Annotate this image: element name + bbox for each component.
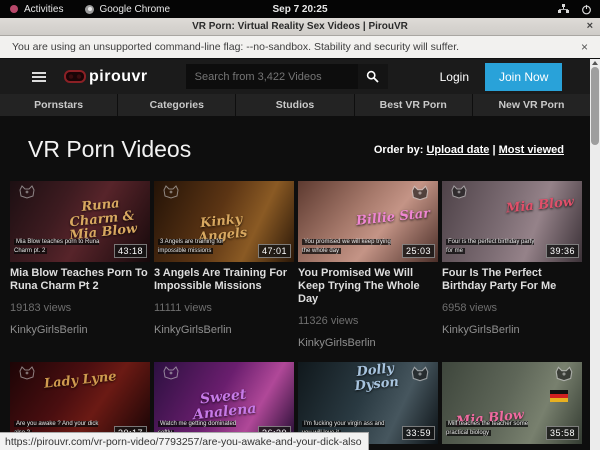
video-thumbnail[interactable]: Kinky Angels 3 Angels are training for i…	[154, 181, 294, 262]
site-header: pirouvr Login Join Now	[0, 59, 590, 94]
video-card[interactable]: Mia Blow Four is the perfect birthday pa…	[442, 181, 582, 349]
order-separator: |	[492, 144, 495, 156]
warning-close-button[interactable]: ×	[581, 40, 588, 54]
clock[interactable]: Sep 7 20:25	[0, 4, 600, 15]
window-title: VR Porn: Virtual Reality Sex Videos | Pi…	[192, 21, 408, 32]
window-close-button[interactable]: ×	[587, 20, 593, 32]
video-views: 6958 views	[442, 302, 582, 314]
status-url-tooltip: https://pirouvr.com/vr-porn-video/779325…	[0, 432, 369, 450]
video-duration-badge: 35:58	[546, 426, 579, 440]
video-duration-badge: 47:01	[258, 244, 291, 258]
video-thumbnail[interactable]: Mia Blow Four is the perfect birthday pa…	[442, 181, 582, 262]
video-grid: Runa Charm & Mia Blow Mia Blow teaches p…	[10, 181, 586, 450]
video-card[interactable]: Billie Star You promised we will keep tr…	[298, 181, 438, 349]
video-views: 11111 views	[154, 302, 294, 314]
warning-bar: You are using an unsupported command-lin…	[0, 36, 600, 59]
search-button[interactable]	[358, 64, 388, 89]
thumbnail-overlay-title: Sweet Analena	[183, 386, 266, 424]
nav-item-pornstars[interactable]: Pornstars	[0, 94, 118, 116]
thumbnail-overlay-title: Mia Blow	[505, 195, 574, 216]
order-by-controls: Order by: Upload date | Most viewed	[374, 144, 564, 156]
menu-hamburger-icon[interactable]	[32, 70, 46, 84]
site-logo-text: pirouvr	[89, 68, 148, 86]
video-studio-link[interactable]: KinkyGirlsBerlin	[442, 324, 582, 336]
nav-item-new-vr-porn[interactable]: New VR Porn	[473, 94, 590, 116]
video-duration-badge: 39:36	[546, 244, 579, 258]
thumbnail-caption: 3 Angels are training for impossible mis…	[158, 238, 250, 256]
thumbnail-caption: You promised we will keep trying the who…	[302, 238, 394, 256]
video-views: 11326 views	[298, 315, 438, 327]
nav-item-best-vr-porn[interactable]: Best VR Porn	[355, 94, 473, 116]
video-title[interactable]: Mia Blow Teaches Porn To Runa Charm Pt 2	[10, 267, 150, 293]
studio-mask-icon	[410, 185, 430, 206]
german-flag-icon	[550, 390, 568, 402]
power-icon[interactable]	[581, 4, 592, 15]
join-now-button[interactable]: Join Now	[485, 63, 562, 91]
video-duration-badge: 43:18	[114, 244, 147, 258]
scrollbar[interactable]	[590, 59, 600, 450]
video-thumbnail[interactable]: Runa Charm & Mia Blow Mia Blow teaches p…	[10, 181, 150, 262]
login-link[interactable]: Login	[440, 70, 469, 84]
thumbnail-overlay-title: Runa Charm & Mia Blow	[60, 195, 144, 244]
video-studio-link[interactable]: KinkyGirlsBerlin	[10, 324, 150, 336]
video-views: 19183 views	[10, 302, 150, 314]
vr-goggles-icon	[64, 70, 86, 84]
studio-mask-icon	[162, 366, 180, 385]
nav-item-studios[interactable]: Studios	[236, 94, 354, 116]
studio-mask-icon	[450, 185, 468, 204]
studio-mask-icon	[18, 185, 36, 204]
video-duration-badge: 25:03	[402, 244, 435, 258]
video-studio-link[interactable]: KinkyGirlsBerlin	[154, 324, 294, 336]
video-studio-link[interactable]: KinkyGirlsBerlin	[298, 337, 438, 349]
thumbnail-caption: Milf teaches the teacher some practical …	[446, 420, 538, 438]
video-card[interactable]: Runa Charm & Mia Blow Mia Blow teaches p…	[10, 181, 150, 349]
thumbnail-overlay-title: Dolly Dyson	[335, 362, 417, 395]
network-icon[interactable]	[558, 4, 569, 14]
order-by-upload-date-link[interactable]: Upload date	[426, 144, 489, 156]
order-by-label: Order by:	[374, 144, 424, 156]
video-thumbnail[interactable]: Billie Star You promised we will keep tr…	[298, 181, 438, 262]
thumbnail-caption: Four is the perfect birthday party for m…	[446, 238, 538, 256]
video-card[interactable]: Mia Blow Milf teaches the teacher some p…	[442, 362, 582, 450]
studio-mask-icon	[18, 366, 36, 385]
scrollbar-thumb[interactable]	[591, 67, 599, 145]
system-top-bar: Activities Google Chrome Sep 7 20:25	[0, 0, 600, 18]
window-title-bar: VR Porn: Virtual Reality Sex Videos | Pi…	[0, 18, 600, 36]
order-by-most-viewed-link[interactable]: Most viewed	[499, 144, 564, 156]
search-icon	[366, 70, 379, 83]
video-card[interactable]: Kinky Angels 3 Angels are training for i…	[154, 181, 294, 349]
scrollbar-up-arrow-icon[interactable]	[592, 61, 598, 65]
search-input[interactable]	[186, 64, 358, 89]
site-logo[interactable]: pirouvr	[64, 68, 148, 86]
thumbnail-overlay-title: Billie Star	[355, 207, 430, 228]
video-duration-badge: 33:59	[402, 426, 435, 440]
warning-text: You are using an unsupported command-lin…	[12, 41, 459, 53]
page-title: VR Porn Videos	[28, 136, 191, 163]
main-nav: Pornstars Categories Studios Best VR Por…	[0, 94, 590, 116]
browser-viewport: pirouvr Login Join Now Pornstars Categor…	[0, 59, 600, 450]
video-title[interactable]: Four Is The Perfect Birthday Party For M…	[442, 267, 582, 293]
screen: Activities Google Chrome Sep 7 20:25 VR …	[0, 0, 600, 450]
thumbnail-overlay-title: Lady Lyne	[43, 370, 117, 391]
video-thumbnail[interactable]: Mia Blow Milf teaches the teacher some p…	[442, 362, 582, 444]
studio-mask-icon	[554, 366, 574, 387]
studio-mask-icon	[162, 185, 180, 204]
thumbnail-caption: Mia Blow teaches porn to Runa Charm pt. …	[14, 238, 106, 256]
nav-item-categories[interactable]: Categories	[118, 94, 236, 116]
video-title[interactable]: 3 Angels Are Training For Impossible Mis…	[154, 267, 294, 293]
page-header: VR Porn Videos Order by: Upload date | M…	[0, 116, 590, 181]
video-title[interactable]: You Promised We Will Keep Trying The Who…	[298, 267, 438, 306]
